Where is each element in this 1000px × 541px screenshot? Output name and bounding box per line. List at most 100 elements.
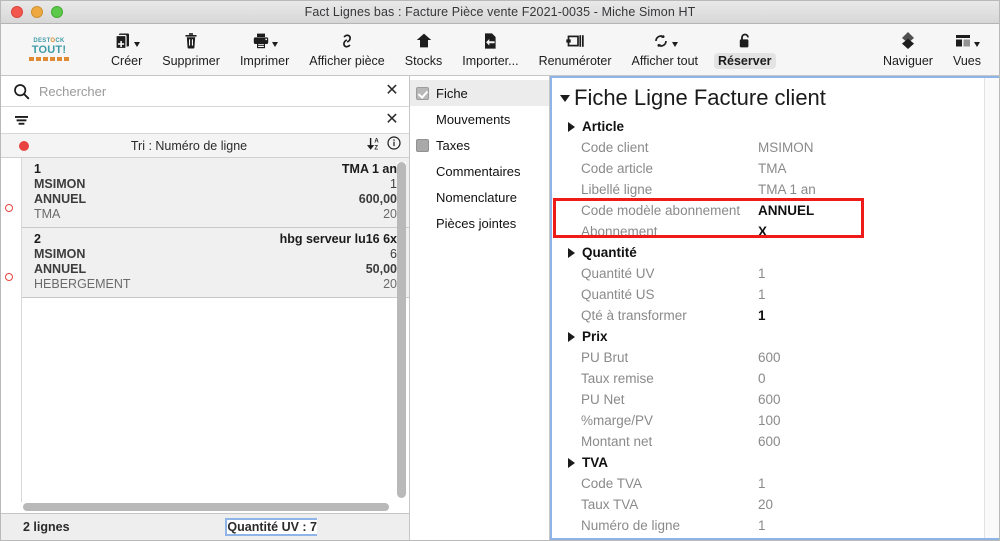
toolbar-afficher-tout-button[interactable]: Afficher tout bbox=[622, 24, 708, 69]
field-value: 1 bbox=[758, 287, 766, 302]
list-area: 1 MSIMON ANNUEL TMA TMA 1 an 1 600,00 20 bbox=[1, 158, 409, 502]
field-numero-de-ligne[interactable]: Numéro de ligne 1 bbox=[558, 515, 999, 536]
info-icon[interactable] bbox=[387, 136, 401, 155]
toolbar-afficher-piece-button[interactable]: Afficher pièce bbox=[299, 24, 395, 69]
field-pu-brut[interactable]: PU Brut 600 bbox=[558, 347, 999, 368]
field-code-modele-abonnement[interactable]: Code modèle abonnement ANNUEL bbox=[558, 200, 999, 221]
field-code-article[interactable]: Code article TMA bbox=[558, 158, 999, 179]
field-label: %marge/PV bbox=[581, 413, 654, 428]
field-qte-a-transformer[interactable]: Qté à transformer 1 bbox=[558, 305, 999, 326]
toolbar-supprimer-button[interactable]: Supprimer bbox=[152, 24, 230, 69]
link-icon bbox=[337, 30, 357, 52]
toolbar-renumeroter-button[interactable]: Renuméroter bbox=[529, 24, 622, 69]
toolbar-vues-button[interactable]: Vues bbox=[943, 24, 991, 69]
field-value: 600 bbox=[758, 350, 781, 365]
toolbar-reserver-button[interactable]: Réserver bbox=[708, 24, 782, 69]
list-vertical-scrollbar[interactable] bbox=[397, 162, 406, 498]
search-clear-button[interactable]: ✕ bbox=[381, 83, 403, 99]
row-line-number: 2 bbox=[34, 232, 41, 246]
navigate-diamond-icon bbox=[899, 30, 917, 52]
record-status-dot bbox=[19, 140, 29, 151]
field-libelle-ligne[interactable]: Libellé ligne TMA 1 an bbox=[558, 179, 999, 200]
field-value: 1 bbox=[758, 518, 766, 533]
toolbar-importer-button[interactable]: Importer... bbox=[452, 24, 528, 69]
toolbar-renumeroter-label: Renuméroter bbox=[538, 54, 612, 68]
toolbar-afficher-piece-label: Afficher pièce bbox=[309, 54, 385, 68]
search-bar: ✕ bbox=[1, 76, 409, 107]
sidebar-item-label: Nomenclature bbox=[436, 189, 517, 205]
sidebar-item-taxes[interactable]: Taxes bbox=[410, 132, 549, 158]
field-value: MSIMON bbox=[758, 140, 814, 155]
sidebar-item-commentaires[interactable]: Commentaires bbox=[410, 158, 549, 184]
detail-panel-scroll-track[interactable] bbox=[984, 78, 999, 538]
chevron-down-icon[interactable] bbox=[560, 94, 570, 102]
toolbar-stocks-button[interactable]: Stocks bbox=[395, 24, 453, 69]
sidebar-item-pieces-jointes[interactable]: Pièces jointes bbox=[410, 210, 549, 236]
logo-underline bbox=[29, 56, 69, 61]
search-input[interactable] bbox=[31, 82, 381, 100]
field-quantite-us[interactable]: Quantité US 1 bbox=[558, 284, 999, 305]
field-label: Numéro de ligne bbox=[581, 518, 681, 533]
field-label: PU Brut bbox=[581, 350, 629, 365]
table-row[interactable]: 2 MSIMON ANNUEL HEBERGEMENT hbg serveur … bbox=[22, 228, 409, 298]
toolbar-right-items: Naviguer Vues bbox=[873, 24, 991, 69]
list-horizontal-scrollbar[interactable] bbox=[1, 502, 409, 513]
list-vertical-scroll-thumb[interactable] bbox=[397, 162, 406, 498]
row-right-col: hbg serveur lu16 6x 6 50,00 20 bbox=[280, 232, 397, 292]
chevron-down-icon bbox=[271, 41, 278, 47]
chevron-right-icon[interactable] bbox=[568, 331, 575, 342]
sidebar-item-fiche[interactable]: Fiche bbox=[410, 80, 549, 106]
app-logo-icon: DESTOCK TOUT! bbox=[19, 29, 79, 69]
field-taux-remise[interactable]: Taux remise 0 bbox=[558, 368, 999, 389]
chevron-right-icon[interactable] bbox=[568, 247, 575, 258]
field-value: ANNUEL bbox=[758, 203, 815, 218]
sidebar-item-mouvements[interactable]: Mouvements bbox=[410, 106, 549, 132]
field-pu-net[interactable]: PU Net 600 bbox=[558, 389, 999, 410]
group-header-article[interactable]: Article bbox=[558, 116, 999, 137]
row-marker-2[interactable] bbox=[5, 273, 13, 281]
row-designation: TMA 1 an bbox=[341, 162, 397, 176]
field-value: 20 bbox=[758, 497, 774, 512]
list-horizontal-scroll-thumb[interactable] bbox=[23, 503, 389, 511]
field-taux-tva[interactable]: Taux TVA 20 bbox=[558, 494, 999, 515]
toolbar-imprimer-button[interactable]: Imprimer bbox=[230, 24, 299, 69]
group-label: TVA bbox=[582, 455, 608, 470]
field-montant-net[interactable]: Montant net 600 bbox=[558, 431, 999, 452]
filter-clear-button[interactable]: ✕ bbox=[381, 112, 403, 128]
title-bar: Fact Lignes bas : Facture Pièce vente F2… bbox=[1, 1, 999, 24]
field-value: TMA bbox=[758, 161, 787, 176]
filter-icon[interactable] bbox=[11, 113, 31, 127]
field-abonnement[interactable]: Abonnement X bbox=[558, 221, 999, 242]
checkbox-icon[interactable] bbox=[416, 138, 429, 152]
group-header-tva[interactable]: TVA bbox=[558, 452, 999, 473]
field-value: 600 bbox=[758, 434, 781, 449]
toolbar-stocks-label: Stocks bbox=[404, 54, 443, 68]
group-header-prix[interactable]: Prix bbox=[558, 326, 999, 347]
page-title[interactable]: Fiche Ligne Facture client bbox=[560, 84, 999, 112]
field-code-client[interactable]: Code client MSIMON bbox=[558, 137, 999, 158]
table-row[interactable]: 1 MSIMON ANNUEL TMA TMA 1 an 1 600,00 20 bbox=[22, 158, 409, 228]
toolbar-creer-button[interactable]: Créer bbox=[101, 24, 152, 69]
sidebar-item-nomenclature[interactable]: Nomenclature bbox=[410, 184, 549, 210]
sort-bar[interactable]: Tri : Numéro de ligne AZ bbox=[1, 134, 409, 158]
field-marge-pv[interactable]: %marge/PV 100 bbox=[558, 410, 999, 431]
sort-az-icon[interactable]: AZ bbox=[366, 136, 382, 156]
chevron-right-icon[interactable] bbox=[568, 121, 575, 132]
status-quantity: Quantité UV : 7 bbox=[225, 518, 317, 536]
field-label: Code TVA bbox=[581, 476, 643, 491]
field-value: 0 bbox=[758, 371, 766, 386]
toolbar-naviguer-button[interactable]: Naviguer bbox=[873, 24, 943, 69]
tab-nav-panel: Fiche Mouvements Taxes Commentaires Nome… bbox=[410, 76, 550, 540]
field-quantite-uv[interactable]: Quantité UV 1 bbox=[558, 263, 999, 284]
home-icon bbox=[415, 30, 433, 52]
field-label: Libellé ligne bbox=[581, 182, 653, 197]
field-value: X bbox=[758, 224, 768, 239]
row-article: TMA bbox=[34, 207, 61, 221]
checkbox-icon[interactable] bbox=[416, 86, 429, 100]
search-icon bbox=[11, 83, 31, 100]
group-header-quantite[interactable]: Quantité bbox=[558, 242, 999, 263]
row-marker-1[interactable] bbox=[5, 204, 13, 212]
field-code-tva[interactable]: Code TVA 1 bbox=[558, 473, 999, 494]
chevron-right-icon[interactable] bbox=[568, 457, 575, 468]
field-label: Taux TVA bbox=[581, 497, 639, 512]
